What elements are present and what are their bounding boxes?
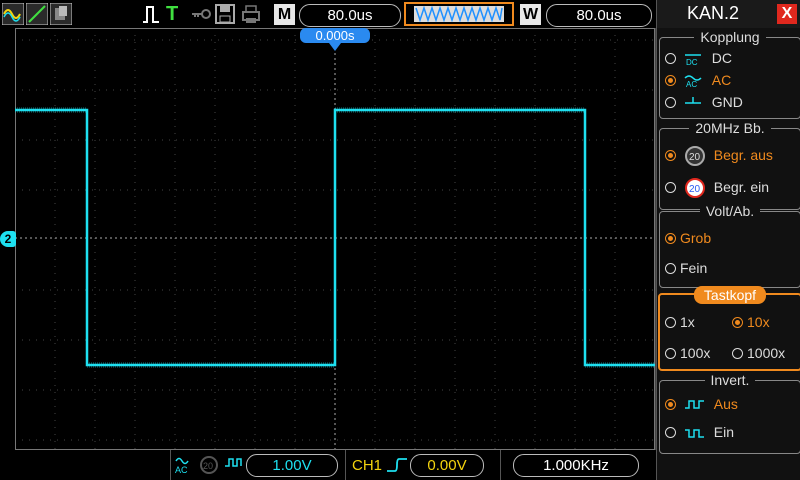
- volt-div-title: Volt/Ab.: [699, 203, 761, 219]
- trigger-source-label: CH1: [352, 457, 383, 474]
- panel-header: KAN.2 X: [657, 0, 800, 28]
- volt-div-option-coarse[interactable]: Grob: [665, 230, 711, 246]
- trigger-level-display[interactable]: 0.00V: [410, 454, 484, 477]
- invert-option-off[interactable]: Aus: [665, 396, 738, 412]
- coupling-option-dc[interactable]: DC DC: [665, 50, 732, 67]
- probe-option-1x[interactable]: 1x: [665, 314, 695, 330]
- ac-icon: AC: [684, 75, 702, 89]
- probe-option-1000x[interactable]: 1000x: [732, 345, 785, 361]
- bandwidth-title: 20MHz Bb.: [689, 120, 771, 136]
- invert-off-icon: [225, 458, 242, 467]
- waveform-mode-icon[interactable]: [2, 3, 24, 25]
- panel-title: KAN.2: [687, 3, 740, 23]
- invert-group: Invert. Aus Ein: [659, 372, 800, 454]
- svg-text:20: 20: [203, 461, 213, 471]
- ac-coupling-icon: AC: [175, 457, 189, 475]
- invert-on-wave-icon: [684, 429, 704, 439]
- bw-limit-on-icon: 20: [684, 178, 705, 198]
- svg-text:20: 20: [689, 152, 701, 163]
- print-icon[interactable]: [240, 3, 262, 25]
- coupling-title: Kopplung: [694, 29, 766, 45]
- rising-edge-icon: [387, 458, 407, 472]
- waveform-display[interactable]: 0.000s: [15, 28, 656, 450]
- coupling-option-gnd[interactable]: GND: [665, 94, 743, 110]
- probe-option-10x[interactable]: 10x: [732, 314, 770, 330]
- timebase-display[interactable]: 80.0us: [299, 4, 401, 27]
- channel-menu-panel: KAN.2 X Kopplung DC DC AC AC GND 20MHz B…: [656, 0, 800, 480]
- coupling-option-ac[interactable]: AC AC: [665, 72, 731, 89]
- bandwidth-group: 20MHz Bb. 20 Begr. aus 20 Begr. ein: [659, 120, 800, 210]
- svg-text:AC: AC: [175, 465, 188, 475]
- svg-text:AC: AC: [686, 80, 697, 88]
- ground-icon: [684, 97, 701, 105]
- top-status-bar: T M 80.0us W 80.0us: [0, 0, 655, 28]
- window-timebase-display[interactable]: 80.0us: [546, 4, 652, 27]
- volt-div-group: Volt/Ab. Grob Fein: [659, 203, 800, 288]
- trigger-edge-icon[interactable]: [142, 3, 160, 25]
- close-icon: X: [781, 5, 793, 22]
- trigger-position-label[interactable]: 0.000s: [300, 28, 370, 43]
- invert-title: Invert.: [704, 372, 756, 388]
- channel-ground-marker[interactable]: 2: [0, 231, 16, 247]
- svg-text:20: 20: [689, 184, 701, 195]
- vector-mode-icon[interactable]: [26, 3, 48, 25]
- probe-group: Tastkopf 1x 10x 100x 1000x: [658, 286, 800, 371]
- key-icon: [192, 9, 211, 19]
- window-letter-box[interactable]: W: [520, 4, 541, 25]
- channel-volts-display[interactable]: 1.00V: [246, 454, 338, 477]
- probe-title: Tastkopf: [693, 286, 767, 304]
- graticule: [15, 28, 655, 450]
- bandwidth-limit-icon: 20: [200, 456, 218, 474]
- dc-icon: DC: [684, 54, 701, 67]
- coupling-group: Kopplung DC DC AC AC GND: [659, 29, 800, 119]
- trigger-letter: T: [166, 3, 179, 25]
- probe-option-100x[interactable]: 100x: [665, 345, 710, 361]
- volt-div-option-fine[interactable]: Fein: [665, 260, 707, 276]
- memory-depth-icon[interactable]: [404, 2, 514, 26]
- frequency-display: 1.000KHz: [513, 454, 639, 477]
- invert-option-on[interactable]: Ein: [665, 424, 734, 440]
- close-button[interactable]: X: [777, 4, 797, 24]
- trigger-position-arrow-icon: [329, 43, 341, 51]
- invert-off-wave-icon: [684, 400, 704, 410]
- bandwidth-option-on[interactable]: 20 Begr. ein: [665, 177, 769, 199]
- persistence-icon[interactable]: [50, 3, 72, 25]
- save-icon[interactable]: [214, 3, 236, 25]
- bottom-status-bar: AC 20 1.00V CH1 0.00V 1.000KHz: [0, 450, 655, 480]
- bw-limit-off-icon: 20: [684, 146, 705, 166]
- svg-text:DC: DC: [686, 58, 698, 66]
- bandwidth-option-off[interactable]: 20 Begr. aus: [665, 145, 773, 167]
- menu-letter-box[interactable]: M: [274, 4, 295, 25]
